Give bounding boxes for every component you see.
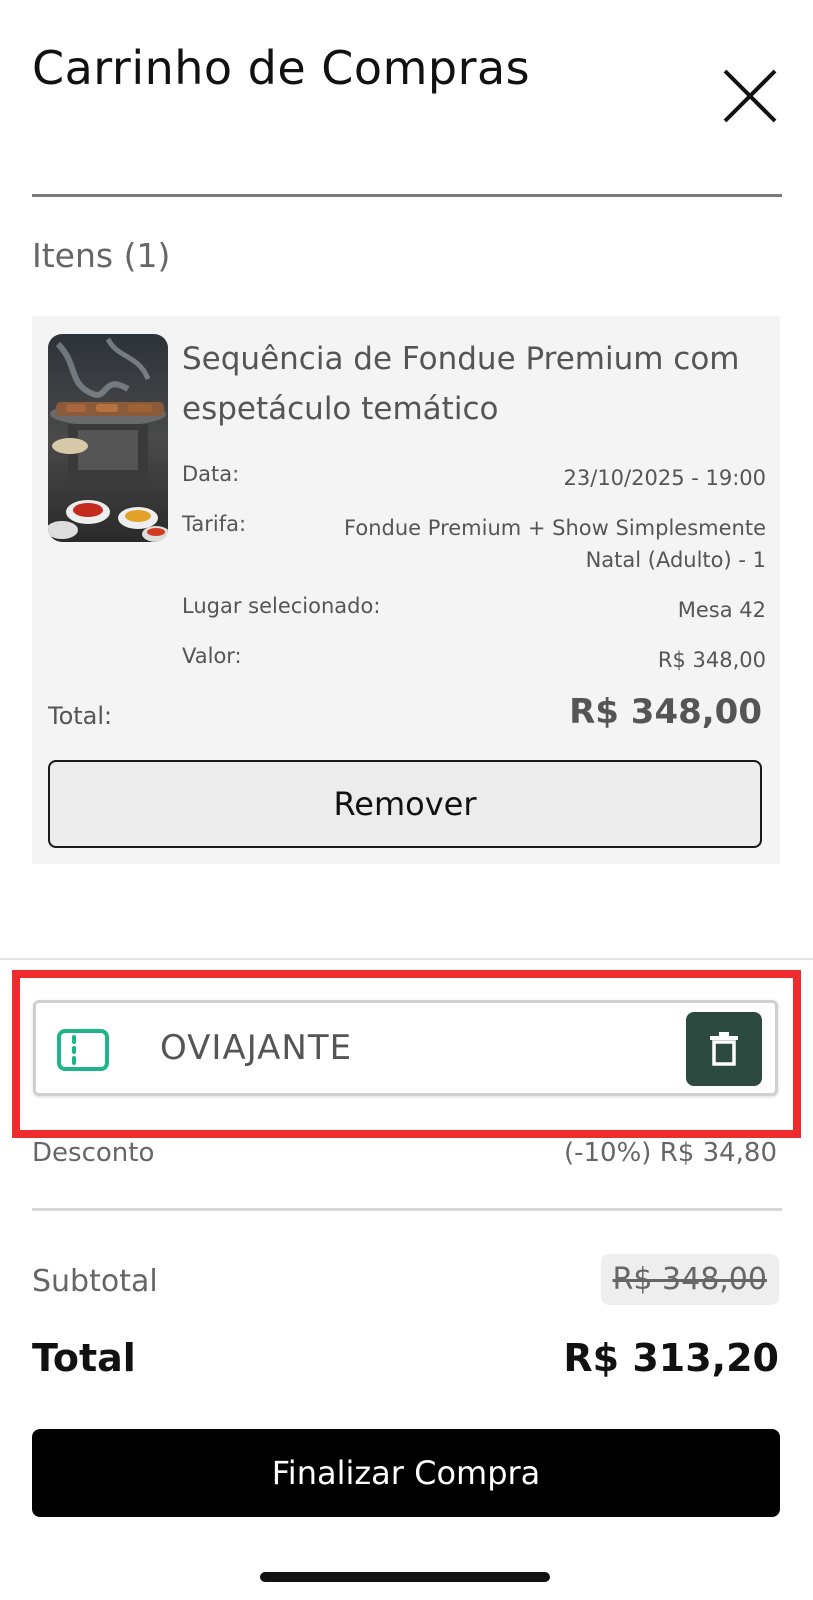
header-divider xyxy=(32,194,782,197)
tarifa-value: Fondue Premium + Show Simplesmente Natal… xyxy=(344,516,766,572)
data-value: 23/10/2025 - 19:00 xyxy=(563,466,766,490)
cart-item-card: Sequência de Fondue Premium com espetácu… xyxy=(32,316,780,864)
coupon-code: OVIAJANTE xyxy=(160,1028,353,1068)
item-total-value: R$ 348,00 xyxy=(569,692,762,732)
discount-label: Desconto xyxy=(32,1138,155,1168)
data-label: Data: xyxy=(182,462,240,486)
product-image xyxy=(48,334,168,542)
lugar-value: Mesa 42 xyxy=(677,598,766,622)
subtotal-value: R$ 348,00 xyxy=(600,1254,779,1305)
remove-button[interactable]: Remover xyxy=(48,760,762,848)
item-total-label: Total: xyxy=(48,702,113,730)
subtotal-label: Subtotal xyxy=(32,1264,158,1299)
items-count-label: Itens (1) xyxy=(32,236,171,275)
remove-coupon-button[interactable] xyxy=(686,1012,762,1086)
coupon-field[interactable]: OVIAJANTE xyxy=(33,1000,778,1096)
close-button[interactable] xyxy=(722,68,782,128)
product-name: Sequência de Fondue Premium com espetácu… xyxy=(182,341,740,427)
home-indicator xyxy=(260,1572,550,1582)
discount-value: (-10%) R$ 34,80 xyxy=(563,1138,777,1168)
trash-icon xyxy=(710,1032,738,1066)
tarifa-label: Tarifa: xyxy=(182,512,247,536)
valor-label: Valor: xyxy=(182,644,242,668)
total-label: Total xyxy=(32,1336,136,1380)
total-value: R$ 313,20 xyxy=(563,1336,779,1380)
valor-value: R$ 348,00 xyxy=(657,648,766,672)
summary-divider xyxy=(32,1208,782,1211)
cart-header: Carrinho de Compras xyxy=(32,30,781,200)
close-icon xyxy=(723,69,777,123)
checkout-button[interactable]: Finalizar Compra xyxy=(32,1429,780,1517)
page-title: Carrinho de Compras xyxy=(32,41,531,95)
ticket-icon xyxy=(57,1029,109,1071)
lugar-label: Lugar selecionado: xyxy=(182,594,381,618)
